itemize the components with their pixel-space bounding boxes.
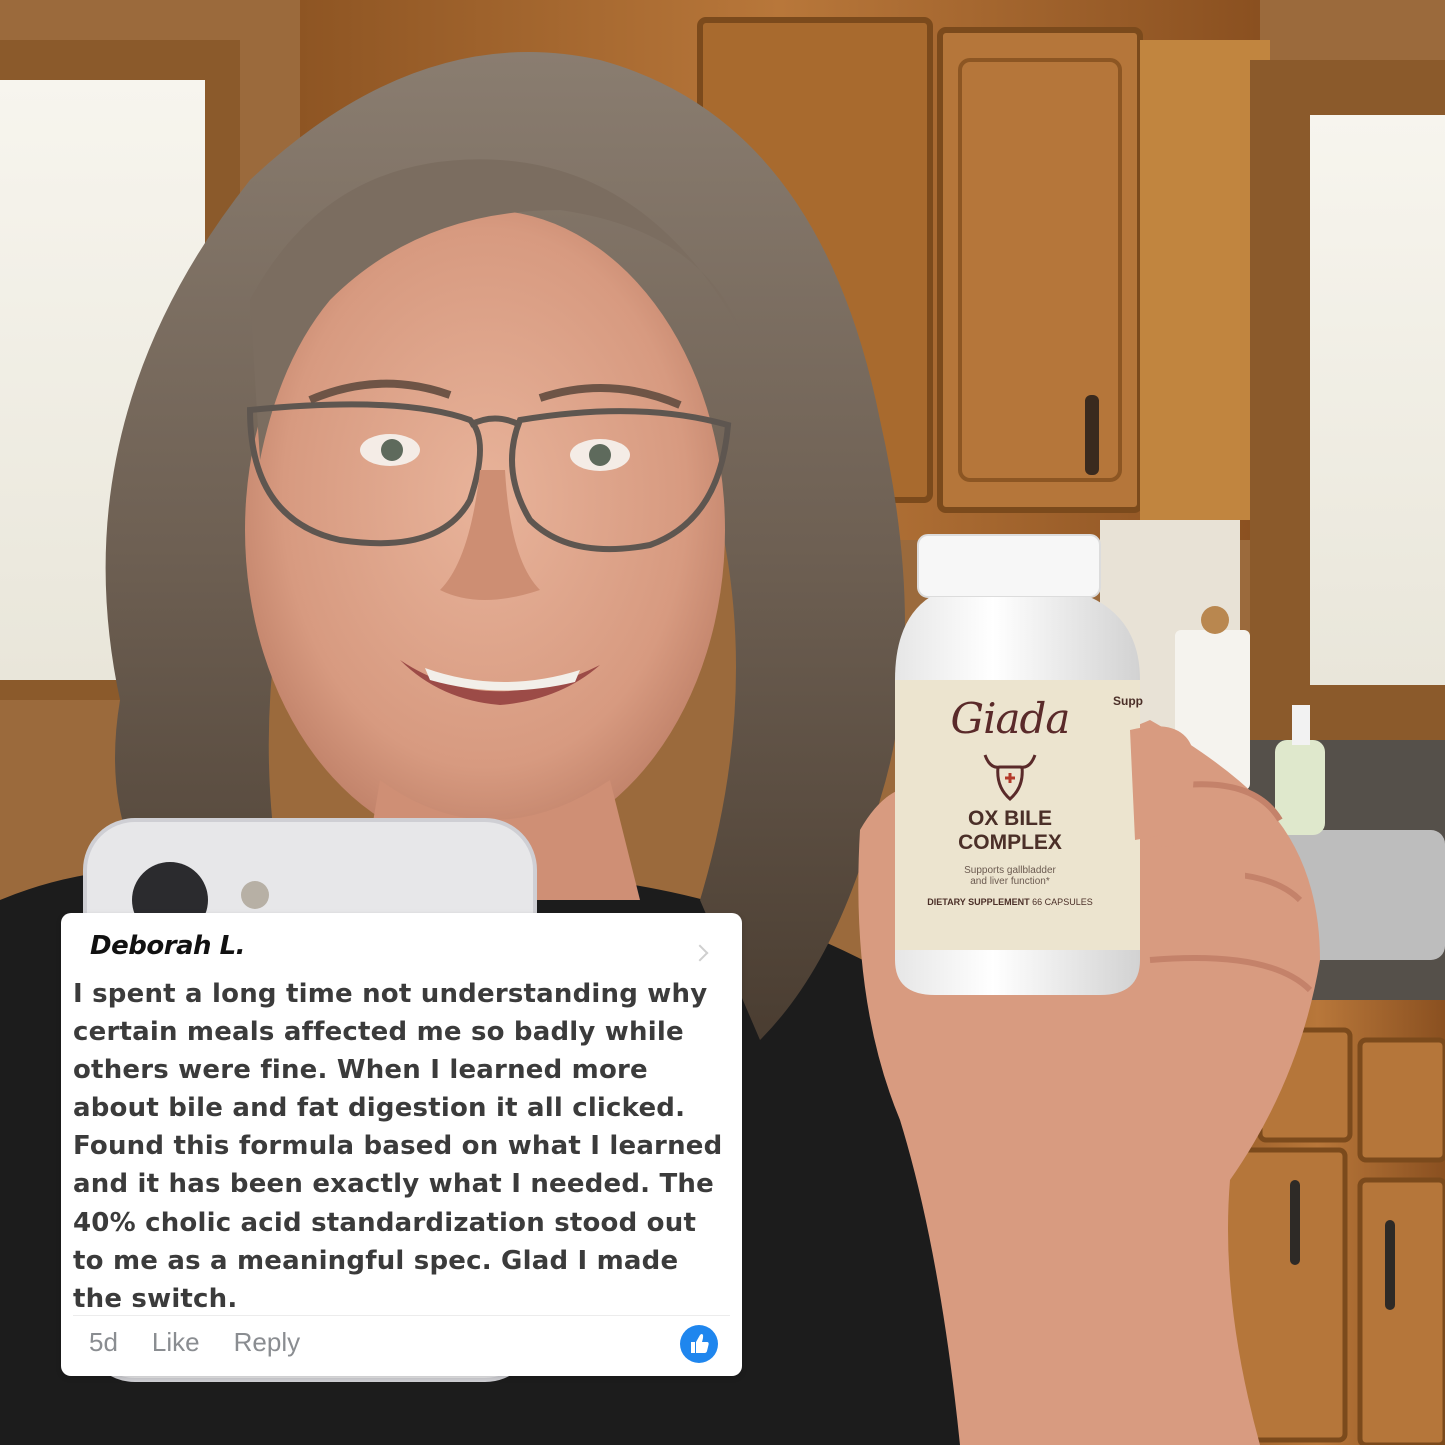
photo-scene: Giada OX BILE COMPLEX Supports gallbladd… bbox=[0, 0, 1445, 1445]
comment-timestamp: 5d bbox=[89, 1327, 118, 1357]
ox-head-icon bbox=[980, 747, 1040, 803]
comment-card: Deborah L. I spent a long time not under… bbox=[61, 913, 742, 1376]
comment-text: I spent a long time not understanding wh… bbox=[73, 979, 723, 1314]
bottle-side-label: Supp bbox=[1113, 694, 1143, 708]
divider bbox=[73, 1315, 730, 1316]
capsule-count: 66 CAPSULES bbox=[1032, 897, 1093, 907]
right-window bbox=[1310, 115, 1445, 685]
product-tagline-line1: Supports gallbladder bbox=[964, 865, 1056, 876]
product-name-line1: OX BILE bbox=[967, 807, 1052, 830]
like-button[interactable]: Like bbox=[152, 1327, 200, 1358]
comment-author[interactable]: Deborah L. bbox=[90, 931, 246, 961]
chevron-right-icon[interactable] bbox=[691, 944, 709, 962]
product-tagline-line2: and liver function* bbox=[970, 876, 1050, 887]
supplement-type: DIETARY SUPPLEMENT bbox=[927, 897, 1030, 907]
thumbs-up-icon[interactable] bbox=[680, 1325, 718, 1363]
reply-button[interactable]: Reply bbox=[234, 1327, 300, 1358]
product-name-line2: COMPLEX bbox=[958, 831, 1062, 854]
brand-logo: Giada bbox=[950, 694, 1071, 743]
comment-actions: 5d Like Reply bbox=[89, 1327, 300, 1358]
bottle-label-text: Giada OX BILE COMPLEX Supports gallbladd… bbox=[905, 690, 1115, 950]
